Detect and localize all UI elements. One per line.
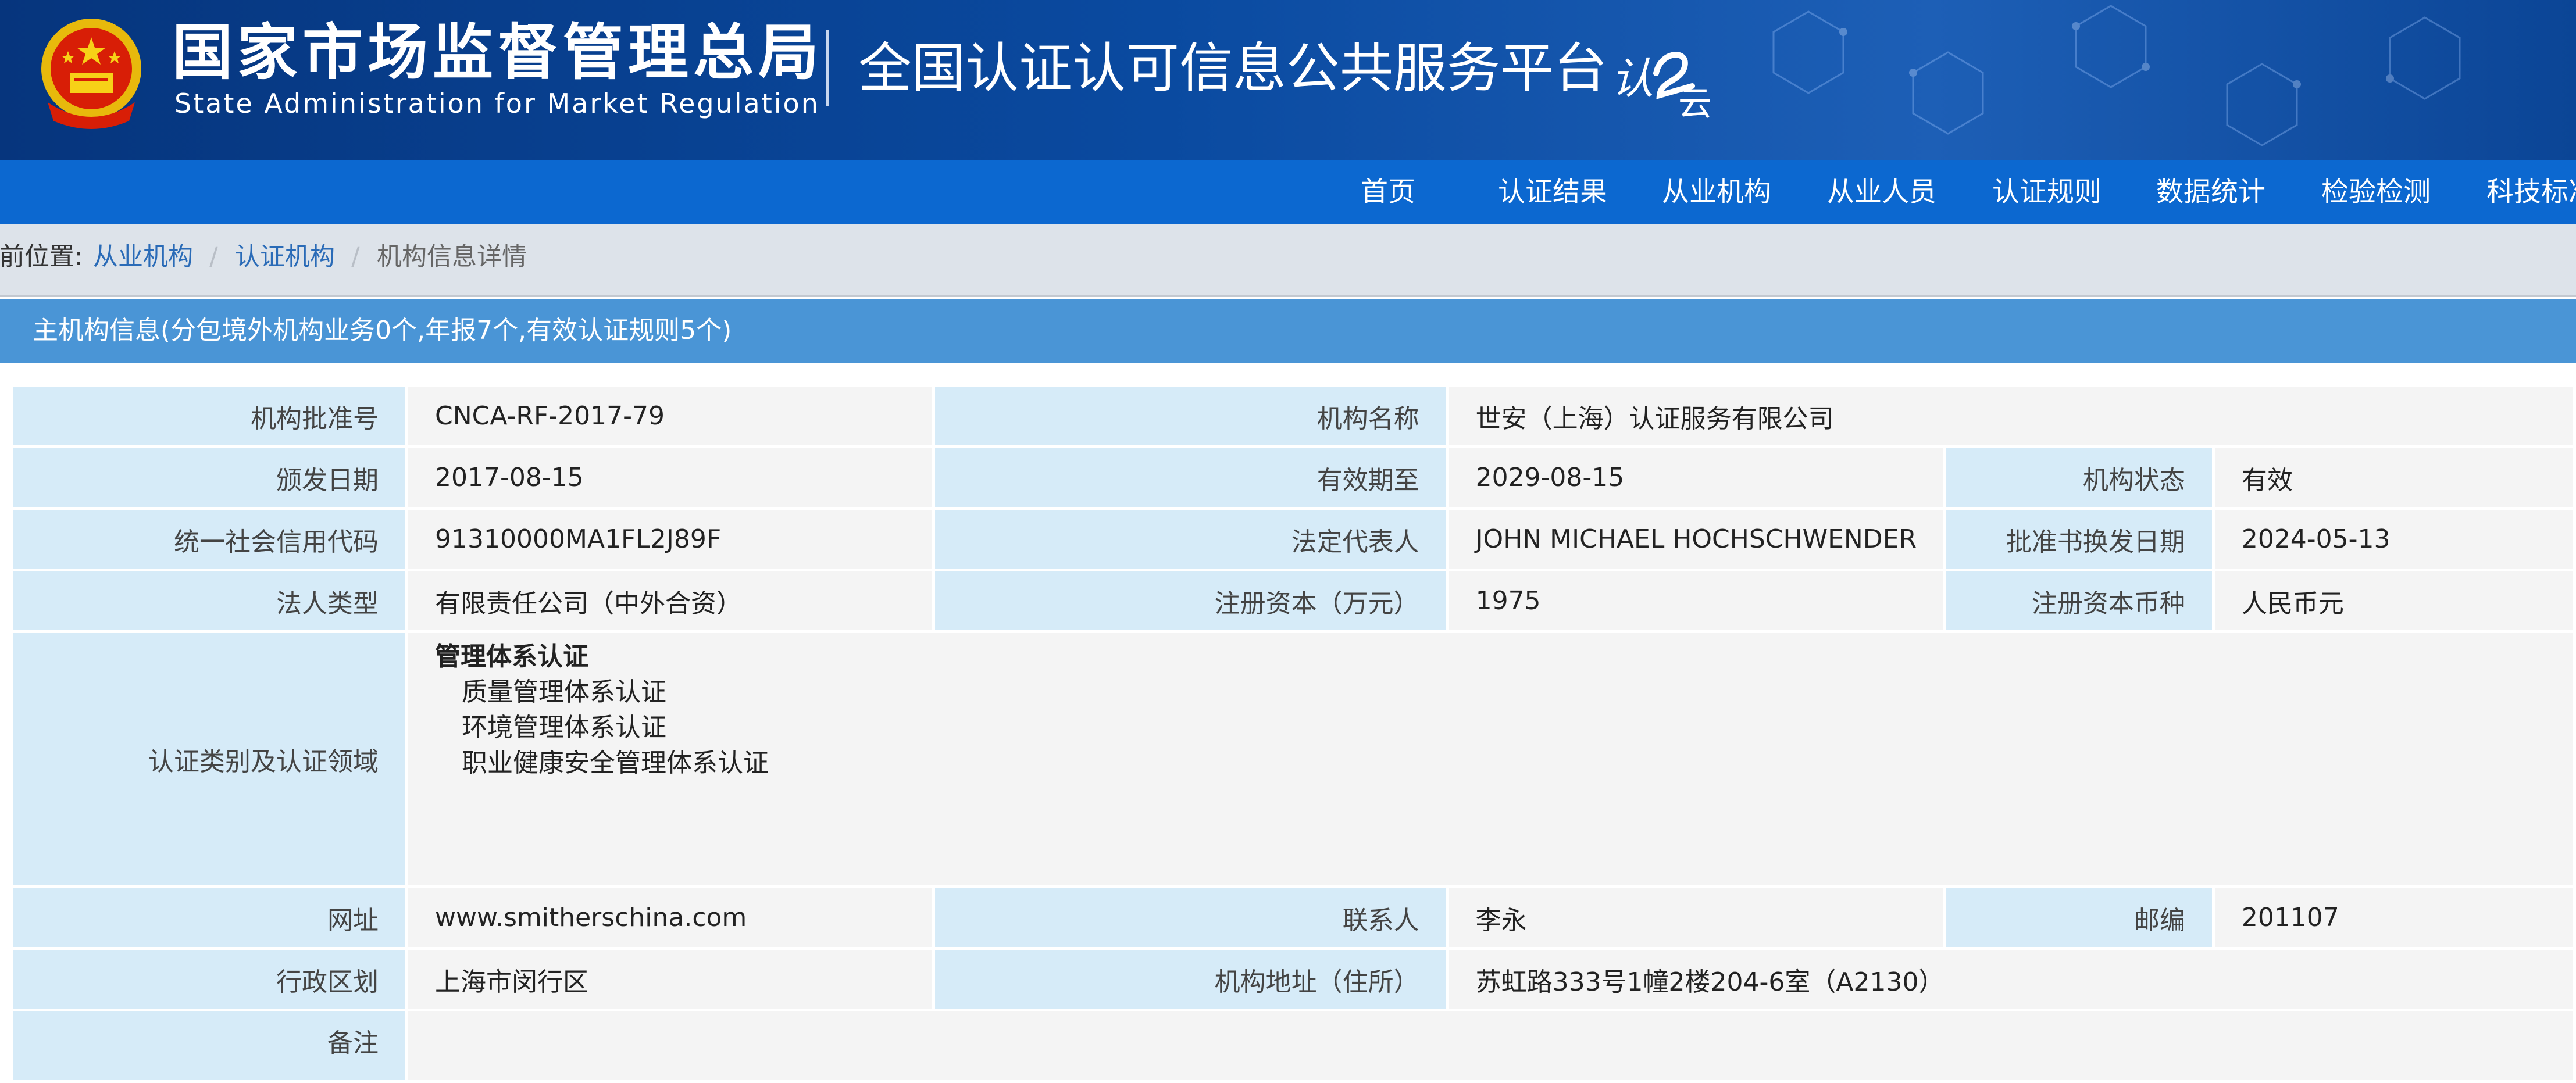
- status-label: 机构状态: [1943, 445, 2215, 510]
- table-row: 机构批准号 CNCA-RF-2017-79 机构名称 世安（上海）认证服务有限公…: [10, 384, 2576, 448]
- institution-name-label: 机构名称: [932, 384, 1449, 448]
- institution-name-value: 世安（上海）认证服务有限公司: [1446, 384, 2576, 448]
- table-row: 认证类别及认证领域 管理体系认证 质量管理体系认证 环境管理体系认证 职业健康安…: [10, 630, 2576, 888]
- capital-label: 注册资本（万元）: [932, 569, 1449, 633]
- breadcrumb-current: 机构信息详情: [377, 242, 527, 271]
- section-heading-text: 主机构信息(分包境外机构业务0个,年报7个,有效认证规则5个): [33, 316, 732, 345]
- scope-label: 认证类别及认证领域: [10, 630, 409, 888]
- breadcrumb: 当前位置: 从业机构 / 认证机构 / 机构信息详情: [0, 224, 2576, 297]
- nav-item-inspection-testing[interactable]: 检验检测: [2321, 160, 2431, 224]
- valid-until-value: 2029-08-15: [1446, 445, 1947, 510]
- approval-no-label: 机构批准号: [10, 384, 409, 448]
- breadcrumb-link-cert-bodies[interactable]: 认证机构: [235, 224, 335, 289]
- breadcrumb-prefix: 当前位置:: [0, 242, 83, 271]
- nav-item-home[interactable]: 首页: [1361, 160, 1415, 224]
- website-value[interactable]: www.smitherschina.com: [405, 885, 936, 950]
- website-label: 网址: [10, 885, 409, 950]
- issue-date-label: 颁发日期: [10, 445, 409, 510]
- scope-item: 职业健康安全管理体系认证: [462, 748, 769, 778]
- nav-item-technical-standards[interactable]: 科技标准: [2486, 160, 2576, 224]
- svg-text:云: 云: [1678, 84, 1712, 120]
- breadcrumb-separator: /: [209, 242, 218, 271]
- renewal-date-value: 2024-05-13: [2211, 507, 2576, 571]
- platform-logo: 认 云: [1611, 52, 1712, 120]
- postcode-value: 201107: [2211, 885, 2576, 950]
- nav-item-certification-results[interactable]: 认证结果: [1498, 160, 1607, 224]
- section-heading: 主机构信息(分包境外机构业务0个,年报7个,有效认证规则5个): [0, 299, 2576, 363]
- svg-text:认: 认: [1611, 54, 1654, 104]
- breadcrumb-separator: /: [351, 242, 360, 271]
- site-header: 国家市场监督管理总局 State Administration for Mark…: [0, 0, 2576, 160]
- legal-rep-label: 法定代表人: [932, 507, 1449, 571]
- scope-category: 管理体系认证: [435, 642, 589, 671]
- header-divider: [826, 30, 829, 106]
- nav-item-statistics[interactable]: 数据统计: [2156, 160, 2265, 224]
- credit-code-label: 统一社会信用代码: [10, 507, 409, 571]
- nav-item-certification-rules[interactable]: 认证规则: [1992, 160, 2102, 224]
- status-value: 有效: [2211, 445, 2576, 510]
- table-row: 备注: [10, 1009, 2576, 1083]
- hexagon-pattern-decoration: [1772, 5, 2461, 146]
- credit-code-value: 91310000MA1FL2J89F: [405, 507, 936, 571]
- postcode-label: 邮编: [1943, 885, 2215, 950]
- table-row: 法人类型 有限责任公司（中外合资） 注册资本（万元） 1975 注册资本币种 人…: [10, 569, 2576, 633]
- valid-until-label: 有效期至: [932, 445, 1449, 510]
- site-title-english: State Administration for Market Regulati…: [174, 88, 820, 119]
- table-row: 颁发日期 2017-08-15 有效期至 2029-08-15 机构状态 有效: [10, 445, 2576, 510]
- legal-type-value: 有限责任公司（中外合资）: [405, 569, 936, 633]
- table-row: 统一社会信用代码 91310000MA1FL2J89F 法定代表人 JOHN M…: [10, 507, 2576, 571]
- remark-value: [405, 1009, 2576, 1083]
- nav-list: 首页 认证结果 从业机构 从业人员 认证规则 数据统计 检验检测 科技标准: [0, 160, 2576, 224]
- address-label: 机构地址（住所）: [932, 947, 1449, 1011]
- institution-info-table: 机构批准号 CNCA-RF-2017-79 机构名称 世安（上海）认证服务有限公…: [10, 384, 2576, 1083]
- scope-value: 管理体系认证 质量管理体系认证 环境管理体系认证 职业健康安全管理体系认证: [405, 630, 2576, 888]
- legal-rep-value: JOHN MICHAEL HOCHSCHWENDER: [1446, 507, 1947, 571]
- capital-value: 1975: [1446, 569, 1947, 633]
- main-nav: 首页 认证结果 从业机构 从业人员 认证规则 数据统计 检验检测 科技标准: [0, 160, 2576, 224]
- contact-value: 李永: [1446, 885, 1947, 950]
- site-title: 国家市场监督管理总局: [172, 17, 824, 88]
- breadcrumb-link-institutions[interactable]: 从业机构: [93, 224, 193, 289]
- table-row: 行政区划 上海市闵行区 机构地址（住所） 苏虹路333号1幢2楼204-6室（A…: [10, 947, 2576, 1011]
- nav-item-personnel[interactable]: 从业人员: [1827, 160, 1936, 224]
- address-value: 苏虹路333号1幢2楼204-6室（A2130）: [1446, 947, 2576, 1011]
- platform-name: 全国认证认可信息公共服务平台: [858, 37, 1608, 99]
- table-row: 网址 www.smitherschina.com 联系人 李永 邮编 20110…: [10, 885, 2576, 950]
- currency-value: 人民币元: [2211, 569, 2576, 633]
- contact-label: 联系人: [932, 885, 1449, 950]
- scope-item: 环境管理体系认证: [462, 713, 667, 742]
- approval-no-value: CNCA-RF-2017-79: [405, 384, 936, 448]
- national-emblem-icon: [41, 19, 141, 129]
- renewal-date-label: 批准书换发日期: [1943, 507, 2215, 571]
- district-value: 上海市闵行区: [405, 947, 936, 1011]
- district-label: 行政区划: [10, 947, 409, 1011]
- issue-date-value: 2017-08-15: [405, 445, 936, 510]
- remark-label: 备注: [10, 1009, 409, 1083]
- legal-type-label: 法人类型: [10, 569, 409, 633]
- currency-label: 注册资本币种: [1943, 569, 2215, 633]
- nav-item-institutions[interactable]: 从业机构: [1662, 160, 1771, 224]
- scope-item: 质量管理体系认证: [462, 677, 667, 707]
